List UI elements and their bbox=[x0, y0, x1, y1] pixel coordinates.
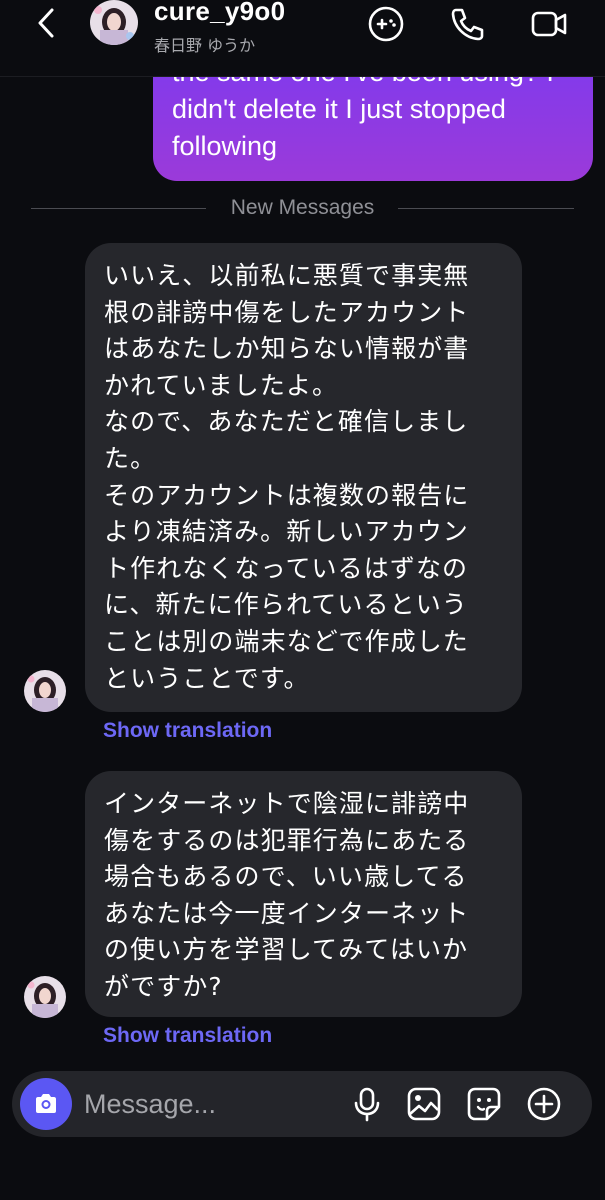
sender-avatar[interactable] bbox=[24, 976, 66, 1018]
show-translation-link[interactable]: Show translation bbox=[103, 1024, 272, 1048]
chat-header: cure_y9o0 春日野 ゆうか bbox=[0, 0, 605, 77]
chat-screen: the same one I've been using? I didn't d… bbox=[0, 0, 605, 1200]
message-input[interactable] bbox=[84, 1085, 324, 1123]
sender-avatar[interactable] bbox=[24, 670, 66, 712]
phone-icon[interactable] bbox=[447, 4, 487, 44]
new-messages-divider: New Messages bbox=[230, 196, 375, 219]
avatar[interactable] bbox=[90, 0, 138, 45]
message-composer bbox=[12, 1071, 592, 1137]
plus-circle-icon[interactable] bbox=[525, 1085, 563, 1123]
divider-line-right bbox=[398, 208, 574, 209]
show-translation-link[interactable]: Show translation bbox=[103, 719, 272, 743]
received-message-text: インターネットで陰湿に誹謗中 傷をするのは犯罪行為にあたる 場合もあるので、いい… bbox=[104, 789, 470, 1001]
chat-display-name: 春日野 ゆうか bbox=[154, 36, 256, 55]
received-message-text: いいえ、以前私に悪質で事実無 根の誹謗中傷をしたアカウント はあなたしか知らない… bbox=[104, 261, 470, 693]
sticker-icon[interactable] bbox=[465, 1085, 503, 1123]
camera-icon bbox=[36, 1094, 56, 1113]
divider-line-left bbox=[31, 208, 206, 209]
video-camera-icon[interactable] bbox=[529, 4, 569, 44]
gamepad-icon[interactable] bbox=[366, 4, 406, 44]
received-message-bubble[interactable]: インターネットで陰湿に誹謗中 傷をするのは犯罪行為にあたる 場合もあるので、いい… bbox=[85, 771, 522, 1017]
chevron-left-icon[interactable] bbox=[30, 6, 64, 40]
camera-button[interactable] bbox=[20, 1078, 72, 1130]
image-icon[interactable] bbox=[405, 1085, 443, 1123]
microphone-icon[interactable] bbox=[348, 1085, 386, 1123]
chat-username[interactable]: cure_y9o0 bbox=[154, 0, 285, 27]
received-message-bubble[interactable]: いいえ、以前私に悪質で事実無 根の誹謗中傷をしたアカウント はあなたしか知らない… bbox=[85, 243, 522, 712]
